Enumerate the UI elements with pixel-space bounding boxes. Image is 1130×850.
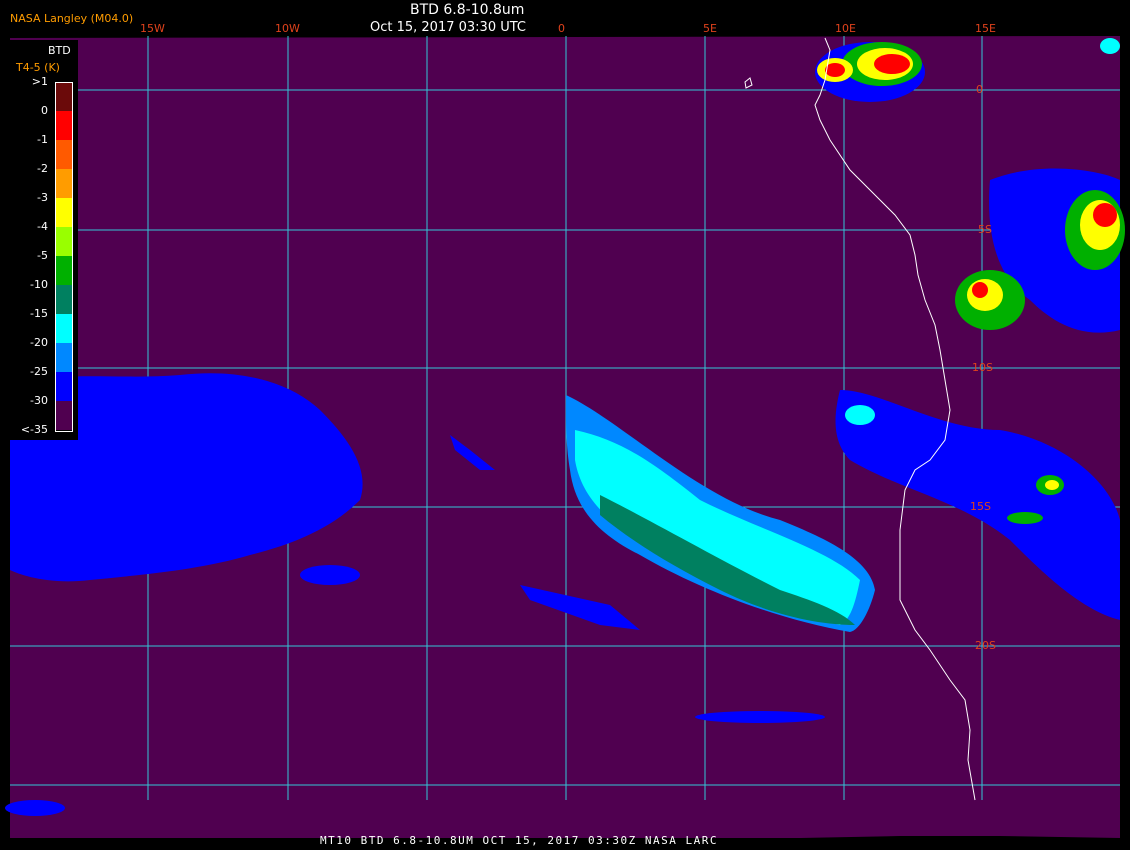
legend-tick-label: -25 — [30, 365, 48, 378]
legend-tick-label: -3 — [37, 191, 48, 204]
legend-tick-label: -5 — [37, 249, 48, 262]
legend-tick-label: -10 — [30, 278, 48, 291]
legend-unit: T4-5 (K) — [16, 61, 60, 74]
lon-label: 10W — [275, 22, 300, 35]
lon-label: 15E — [975, 22, 996, 35]
lat-label: 15S — [970, 500, 991, 513]
legend-frame — [55, 82, 73, 432]
lon-label: 0 — [558, 22, 565, 35]
legend-tick-label: -20 — [30, 336, 48, 349]
legend-tick-label: -30 — [30, 394, 48, 407]
color-legend: BTD T4-5 (K) >1 0 -1 -2 -3 -4 -5 -10 -15 -20 -25 -3… — [8, 40, 78, 440]
lat-label: 5S — [978, 223, 992, 236]
satellite-map — [5, 36, 1125, 838]
legend-tick-label: >1 — [31, 75, 48, 88]
footer-caption: MT10 BTD 6.8-10.8UM OCT 15, 2017 03:30Z … — [320, 834, 719, 847]
lon-label: 10E — [835, 22, 856, 35]
legend-tick-label: -1 — [37, 133, 48, 146]
legend-tick-label: -4 — [37, 220, 48, 233]
legend-tick-label: -2 — [37, 162, 48, 175]
image-title: BTD 6.8-10.8um — [410, 2, 525, 18]
legend-title: BTD — [48, 44, 71, 57]
lon-label: 5E — [703, 22, 717, 35]
legend-tick-label: <-35 — [20, 423, 48, 436]
image-timestamp: Oct 15, 2017 03:30 UTC — [370, 20, 526, 35]
lat-label: 0 — [976, 83, 983, 96]
legend-tick-label: -15 — [30, 307, 48, 320]
credit-label: NASA Langley (M04.0) — [10, 12, 134, 25]
lat-label: 10S — [972, 361, 993, 374]
lon-label: 15W — [140, 22, 165, 35]
lat-label: 20S — [975, 639, 996, 652]
legend-tick-label: 0 — [41, 104, 48, 117]
